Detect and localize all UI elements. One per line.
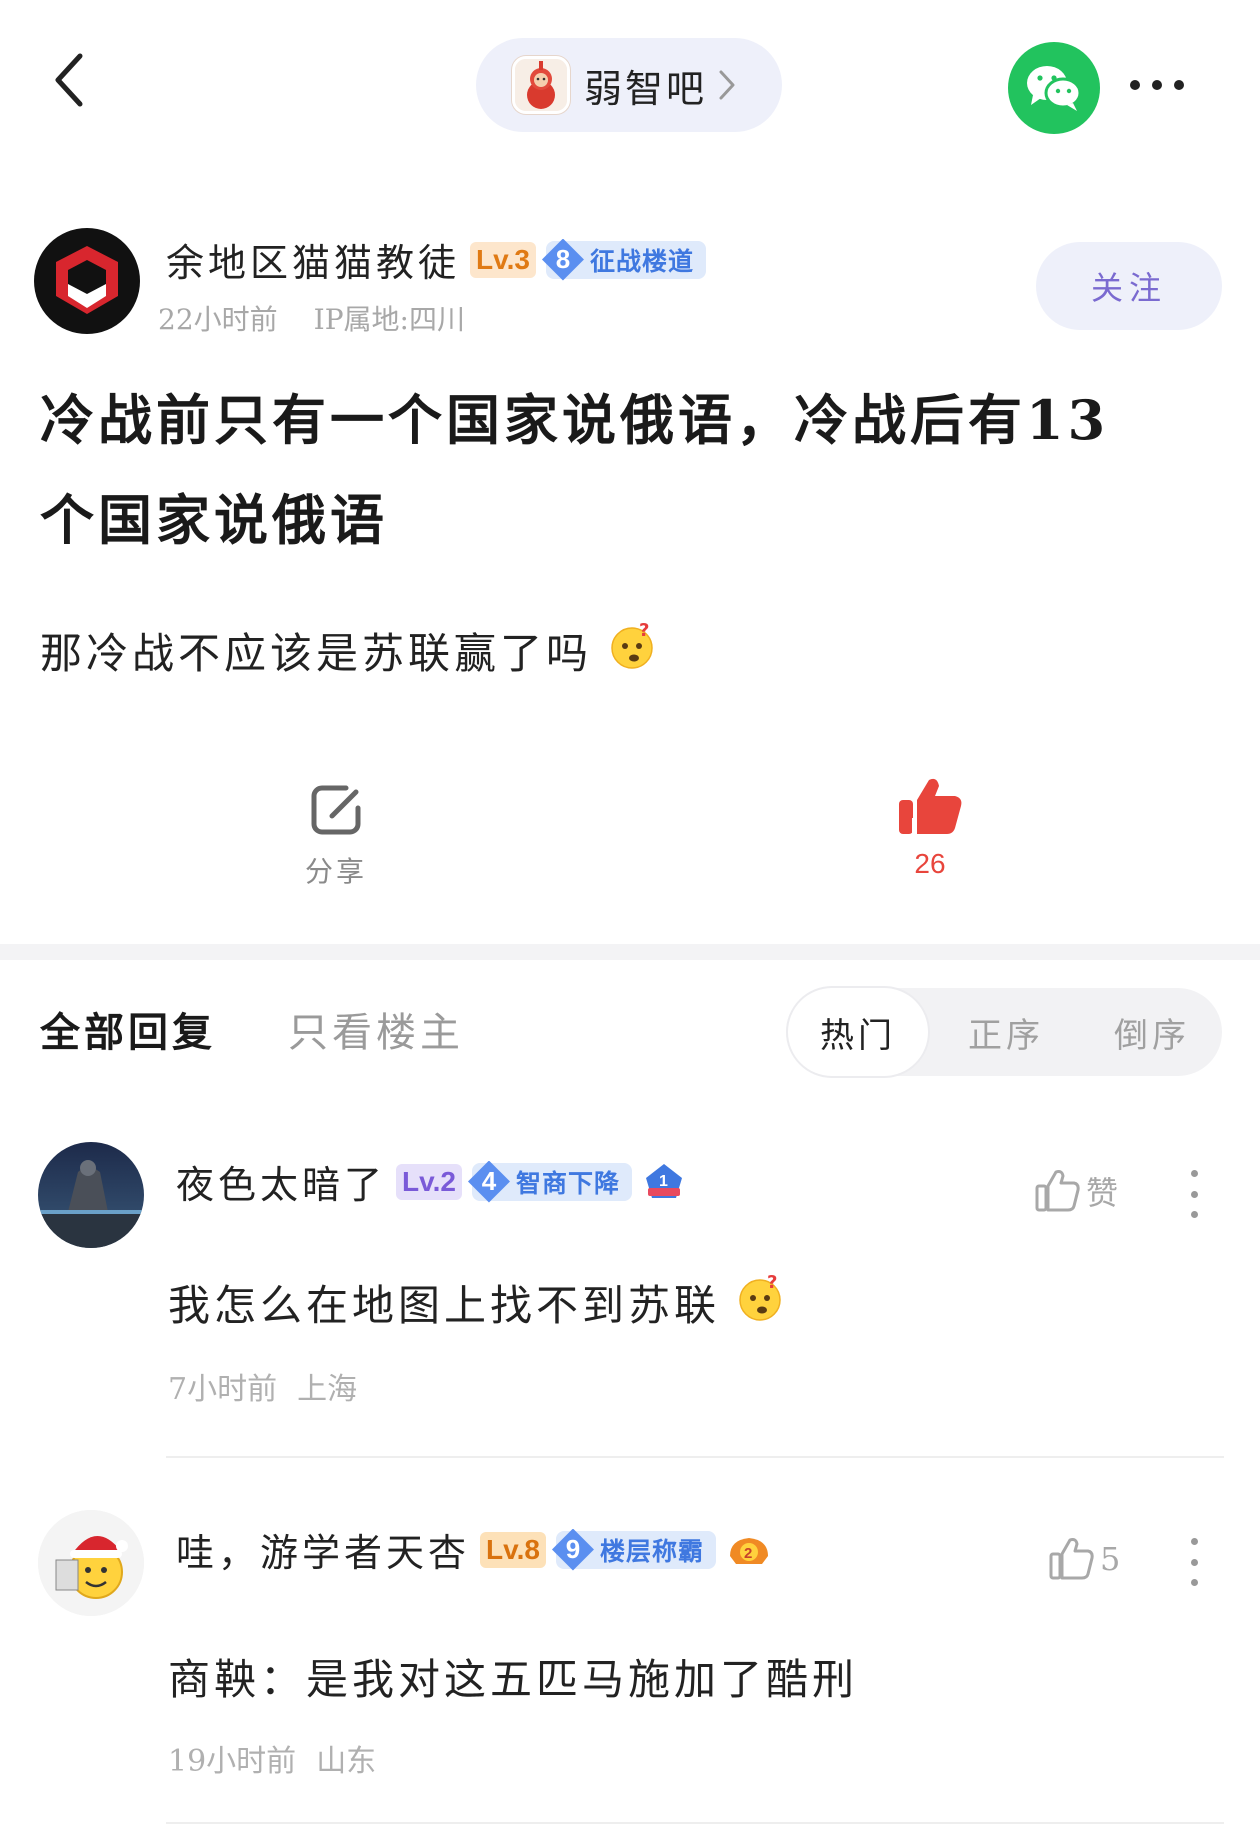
post-body: 那冷战不应该是苏联赢了吗 ? bbox=[40, 620, 656, 681]
reply-meta: 19小时前 山东 bbox=[168, 1736, 376, 1780]
honor-badge: 9 楼层称霸 bbox=[551, 1528, 716, 1571]
rank-badge-icon: 2 bbox=[729, 1537, 768, 1564]
svg-text:1: 1 bbox=[659, 1173, 668, 1190]
post-like-button[interactable]: 26 bbox=[890, 774, 970, 880]
honor-badge-label: 智商下降 bbox=[515, 1168, 620, 1198]
post-like-count: 26 bbox=[914, 848, 946, 879]
dot-icon bbox=[1190, 1558, 1198, 1566]
honor-badge: 8 征战楼道 bbox=[541, 238, 706, 281]
dot-icon bbox=[1190, 1538, 1198, 1545]
forum-link[interactable]: 弱智吧 bbox=[476, 38, 782, 132]
thinking-emoji-icon: ? bbox=[736, 1272, 784, 1332]
svg-text:?: ? bbox=[639, 622, 653, 641]
post-body-text: 那冷战不应该是苏联赢了吗 bbox=[40, 629, 593, 678]
rank-badge-icon: 1 bbox=[645, 1163, 682, 1198]
post-title-line: 个国家说俄语 bbox=[40, 488, 388, 552]
dot-icon bbox=[1190, 1211, 1198, 1218]
dot-icon bbox=[1190, 1190, 1198, 1198]
reply-more-button[interactable] bbox=[1188, 1538, 1200, 1586]
share-button[interactable]: 分享 bbox=[296, 780, 376, 890]
back-button[interactable] bbox=[50, 50, 110, 130]
chevron-right-icon bbox=[719, 70, 735, 100]
reply-text: 我怎么在地图上找不到苏联 ? bbox=[168, 1272, 784, 1333]
tab-all-replies[interactable]: 全部回复 bbox=[40, 1000, 216, 1058]
post-time: 22小时前 bbox=[158, 303, 278, 336]
wechat-icon bbox=[1027, 66, 1082, 111]
author-avatar[interactable] bbox=[34, 228, 140, 334]
follow-button[interactable]: 关注 bbox=[1036, 242, 1222, 330]
honor-badge-label: 楼层称霸 bbox=[599, 1536, 704, 1566]
thumbs-up-icon bbox=[1035, 1170, 1080, 1212]
level-badge: Lv.2 bbox=[396, 1163, 462, 1200]
dot-icon bbox=[1152, 80, 1162, 90]
wechat-share-button[interactable] bbox=[1008, 42, 1100, 134]
reply-avatar[interactable] bbox=[38, 1142, 144, 1248]
reply-text: 商鞅：是我对这五匹马施加了酷刑 bbox=[168, 1646, 858, 1707]
reply-text-content: 商鞅：是我对这五匹马施加了酷刑 bbox=[168, 1655, 859, 1704]
reply-time: 19小时前 bbox=[168, 1744, 297, 1779]
reply-avatar[interactable] bbox=[38, 1510, 144, 1616]
author-meta: 22小时前 IP属地:四川 bbox=[158, 298, 465, 338]
honor-badge: 4 智商下降 bbox=[467, 1160, 632, 1203]
dot-icon bbox=[1190, 1170, 1198, 1177]
top-bar: 弱智吧 bbox=[0, 0, 1260, 170]
honor-badge-number: 8 bbox=[541, 238, 584, 281]
honor-badge-label: 征战楼道 bbox=[589, 246, 694, 276]
post-actions: 分享 26 bbox=[0, 760, 1260, 910]
thumbs-up-filled-icon bbox=[899, 778, 962, 834]
reply-more-button[interactable] bbox=[1188, 1170, 1200, 1218]
dot-icon bbox=[1190, 1579, 1198, 1586]
reply-location: 上海 bbox=[297, 1372, 358, 1407]
level-badge: Lv.8 bbox=[480, 1531, 546, 1568]
honor-badge-number: 4 bbox=[467, 1160, 510, 1203]
reply-author-name[interactable]: 夜色太暗了 bbox=[176, 1154, 386, 1209]
reply-item: 哇，游学者天杏 Lv.8 9 楼层称霸 2 5 商鞅：是我对这五匹马施加了酷刑 … bbox=[0, 1510, 1260, 1830]
reply-author-name[interactable]: 哇，游学者天杏 bbox=[176, 1522, 470, 1577]
reply-meta: 7小时前 上海 bbox=[168, 1364, 357, 1408]
reply-like-label: 赞 bbox=[1086, 1174, 1119, 1212]
reply-like-button[interactable]: 5 bbox=[1048, 1536, 1120, 1582]
sort-hot-button[interactable]: 热门 bbox=[788, 988, 928, 1076]
share-icon bbox=[311, 785, 361, 835]
author-name[interactable]: 余地区猫猫教徒 bbox=[166, 232, 460, 287]
reply-item: 夜色太暗了 Lv.2 4 智商下降 1 赞 我怎么在地图上找不到苏联 ? 7小时… bbox=[0, 1142, 1260, 1458]
reply-location: 山东 bbox=[316, 1744, 377, 1779]
chevron-left-icon bbox=[55, 53, 83, 107]
svg-text:2: 2 bbox=[744, 1545, 752, 1562]
reply-like-button[interactable]: 赞 bbox=[1034, 1168, 1118, 1214]
sort-toggle: 热门 正序 倒序 bbox=[786, 988, 1222, 1076]
share-label: 分享 bbox=[304, 855, 367, 888]
reply-divider bbox=[166, 1822, 1224, 1824]
sort-desc-button[interactable]: 倒序 bbox=[1082, 988, 1222, 1076]
forum-avatar bbox=[512, 56, 570, 114]
post-title: 冷战前只有一个国家说俄语，冷战后有13 个国家说俄语 bbox=[40, 370, 1220, 570]
sort-asc-button[interactable]: 正序 bbox=[936, 988, 1076, 1076]
reply-divider bbox=[166, 1456, 1224, 1458]
level-badge: Lv.3 bbox=[470, 241, 536, 278]
reply-like-count: 5 bbox=[1100, 1540, 1121, 1578]
dot-icon bbox=[1174, 80, 1184, 90]
dot-icon bbox=[1130, 80, 1140, 90]
tab-only-op[interactable]: 只看楼主 bbox=[288, 1000, 464, 1058]
thinking-emoji-icon: ? bbox=[608, 620, 656, 680]
thumbs-up-icon bbox=[1049, 1538, 1094, 1580]
svg-text:?: ? bbox=[767, 1274, 781, 1293]
reply-tabs: 全部回复 只看楼主 热门 正序 倒序 bbox=[0, 980, 1260, 1080]
honor-badge-number: 9 bbox=[551, 1528, 594, 1571]
reply-text-content: 我怎么在地图上找不到苏联 bbox=[168, 1281, 721, 1330]
reply-time: 7小时前 bbox=[168, 1372, 278, 1407]
more-options-button[interactable] bbox=[1130, 70, 1200, 100]
forum-name: 弱智吧 bbox=[584, 66, 708, 111]
section-divider bbox=[0, 944, 1260, 960]
post-ip: IP属地:四川 bbox=[313, 303, 465, 336]
post-title-line: 冷战前只有一个国家说俄语，冷战后有13 bbox=[40, 388, 1110, 452]
